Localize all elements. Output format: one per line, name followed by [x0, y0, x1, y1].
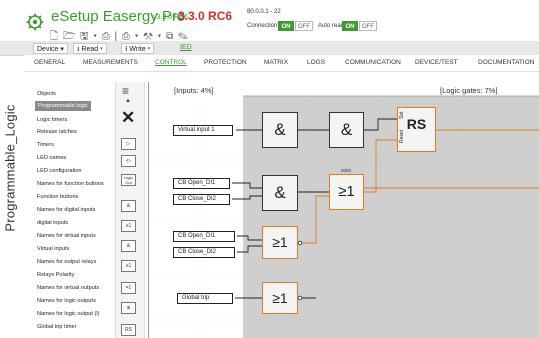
or-gate-middle[interactable]: ≥1: [262, 226, 298, 259]
or-gate-top[interactable]: ≥1: [329, 174, 364, 210]
and-gate-2[interactable]: &: [329, 112, 364, 148]
input-cb-open-di1[interactable]: CB Open_DI1: [173, 178, 230, 189]
input-cb-open-di1-2[interactable]: CB Open_DI1: [173, 231, 235, 242]
rs-reset-label: Reset: [399, 129, 405, 143]
input-virtual-input-1[interactable]: Virtual input 1: [173, 125, 233, 136]
input-cb-close-di2[interactable]: CB Close_DI2: [173, 194, 230, 205]
input-global-trip[interactable]: Global trip: [177, 293, 233, 304]
and-gate-3[interactable]: &: [262, 175, 298, 211]
input-cb-close-di2-2[interactable]: CB Close_DI2: [173, 247, 235, 258]
and-gate-1[interactable]: &: [262, 112, 298, 148]
rs-set-label: Set: [399, 111, 405, 119]
or-gate-label: 2000: [341, 168, 352, 173]
or-gate-bottom[interactable]: ≥1: [262, 282, 298, 314]
